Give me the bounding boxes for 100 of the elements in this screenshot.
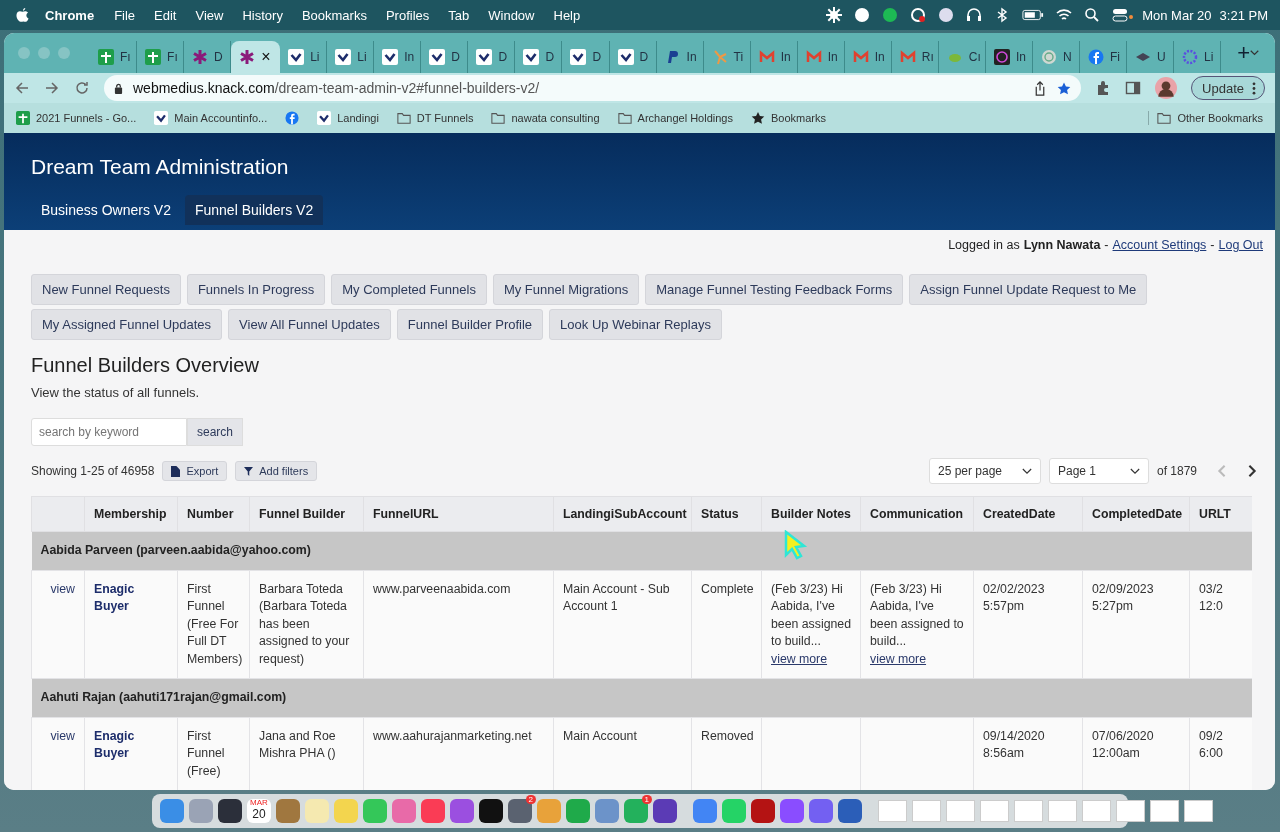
menu-button[interactable]: View All Funnel Updates	[228, 309, 391, 340]
menu-item[interactable]: Tab	[448, 7, 470, 23]
view-more-link[interactable]: view more	[771, 651, 828, 666]
app-icon[interactable]	[479, 799, 503, 823]
nav-tab[interactable]: Funnel Builders V2	[184, 195, 324, 225]
update-button[interactable]: Update	[1191, 76, 1265, 100]
view-more-link[interactable]: view more	[870, 651, 927, 666]
apple-icon[interactable]	[16, 7, 29, 23]
per-page-select[interactable]: 25 per page	[928, 458, 1041, 484]
menu-button[interactable]: My Assigned Funnel Updates	[31, 309, 223, 340]
music-icon[interactable]	[882, 7, 899, 23]
browser-tab[interactable]: ×	[231, 41, 281, 73]
app-menu[interactable]: Chrome	[45, 7, 95, 23]
headphones-icon[interactable]	[966, 7, 983, 23]
battery-icon[interactable]	[1022, 7, 1045, 23]
column-header[interactable]: Funnel Builder	[249, 496, 364, 532]
page-select[interactable]: Page 1	[1048, 458, 1149, 484]
menu-button[interactable]: Assign Funnel Update Request to Me	[909, 274, 1148, 305]
column-header[interactable]: Status	[691, 496, 762, 532]
menu-button[interactable]: Manage Funnel Testing Feedback Forms	[645, 274, 904, 305]
side-panel-icon[interactable]	[1125, 80, 1142, 96]
bookmark[interactable]	[285, 111, 300, 125]
bookmark[interactable]: Archangel Holdings	[617, 111, 733, 125]
avatar-icon[interactable]	[1155, 77, 1178, 99]
search-icon[interactable]	[1084, 7, 1101, 23]
search-field[interactable]: search by keyword	[31, 418, 187, 446]
menu-button[interactable]: My Funnel Migrations	[492, 274, 640, 305]
menu-item[interactable]: Window	[488, 7, 535, 23]
menu-item[interactable]: Edit	[154, 7, 177, 23]
column-header[interactable]: Builder Notes	[761, 496, 861, 532]
menu-item[interactable]: Bookmarks	[301, 7, 367, 23]
menu-time[interactable]: 3:21 PM	[1219, 7, 1268, 23]
filter-button[interactable]: Add filters	[235, 461, 318, 481]
column-header[interactable]: CompletedDate	[1082, 496, 1190, 532]
window-thumbnail[interactable]	[878, 800, 907, 822]
note-text: (Feb 3/23) Hi Aabida, I've been assigned to build... view more	[771, 581, 851, 666]
window-thumbnail[interactable]	[1184, 800, 1213, 822]
star-icon[interactable]	[1057, 80, 1072, 96]
forward-icon[interactable]	[44, 80, 60, 96]
column-header[interactable]: Membership	[84, 496, 178, 532]
menu-item[interactable]: File	[114, 7, 136, 23]
circle-b-icon[interactable]	[938, 7, 955, 23]
next-icon[interactable]	[1247, 464, 1257, 478]
bookmark[interactable]: Other Bookmarks	[1148, 111, 1263, 125]
export-button[interactable]: Export	[162, 461, 228, 481]
login-link[interactable]: Log Out	[1218, 238, 1263, 252]
back-icon[interactable]	[14, 80, 30, 96]
chat-icon[interactable]	[854, 7, 871, 23]
menu-button[interactable]: My Completed Funnels	[331, 274, 487, 305]
previous-icon[interactable]	[1217, 464, 1227, 478]
column-header[interactable]: URLT	[1189, 496, 1252, 532]
column-header[interactable]: Number	[177, 496, 250, 532]
bookmark[interactable]: Landingi	[317, 111, 379, 125]
new-tab-button[interactable]: +	[1237, 40, 1250, 66]
window-thumbnail[interactable]	[1048, 800, 1077, 822]
column-header[interactable]: Communication	[860, 496, 974, 532]
menu-item[interactable]: History	[242, 7, 283, 23]
view-link[interactable]: view	[50, 581, 75, 596]
reload-icon[interactable]	[74, 80, 90, 96]
cloud-icon[interactable]	[910, 7, 927, 23]
window-thumbnail[interactable]	[1116, 800, 1145, 822]
table-cell: Jana and Roe Mishra PHA ()	[249, 717, 364, 790]
nav-tab[interactable]: Business Owners V2	[31, 195, 181, 225]
menu-date[interactable]: Mon Mar 20	[1142, 7, 1212, 23]
menu-item[interactable]: View	[195, 7, 224, 23]
bookmark[interactable]: Bookmarks	[750, 111, 826, 125]
menu-item[interactable]: Profiles	[385, 7, 430, 23]
window-thumbnail[interactable]	[1082, 800, 1111, 822]
menu-button[interactable]: Look Up Webinar Replays	[549, 309, 722, 340]
chevron-down-icon	[1129, 467, 1140, 475]
chevron-down-icon[interactable]	[1250, 49, 1259, 57]
menu-button[interactable]: Funnels In Progress	[186, 274, 326, 305]
table-cell: Main Account	[553, 717, 692, 790]
window-thumbnail[interactable]	[912, 800, 941, 822]
login-link[interactable]: Account Settings	[1112, 238, 1207, 252]
menu-button[interactable]: New Funnel Requests	[31, 274, 181, 305]
calendar-icon[interactable]: MAR 20	[247, 799, 271, 823]
view-link[interactable]: view	[50, 728, 75, 743]
bookmark[interactable]: nawata consulting	[491, 111, 600, 125]
control-center-icon[interactable]	[1112, 7, 1135, 23]
column-header[interactable]: LandingiSubAccount	[553, 496, 692, 532]
window-thumbnail[interactable]	[946, 800, 975, 822]
search-button[interactable]: search	[187, 418, 244, 446]
menu-button[interactable]: Funnel Builder Profile	[396, 309, 544, 340]
bookmark[interactable]: 2021 Funnels - Go...	[16, 111, 137, 125]
column-header[interactable]: CreatedDate	[973, 496, 1083, 532]
bookmark[interactable]: Main Accountinfo...	[154, 111, 268, 125]
table-cell: Barbara Toteda (Barbara Toteda has been assigned to your request)	[249, 570, 364, 679]
menu-item[interactable]: Help	[553, 7, 581, 23]
address-bar[interactable]: webmedius.knack.com/dream-team-admin-v2#funnel-builders-v2/	[104, 75, 1082, 101]
gear-icon[interactable]	[826, 7, 843, 23]
window-thumbnail[interactable]	[1014, 800, 1043, 822]
bookmark[interactable]: DT Funnels	[396, 111, 474, 125]
column-header[interactable]: FunnelURL	[363, 496, 554, 532]
wifi-icon[interactable]	[1056, 7, 1073, 23]
window-thumbnail[interactable]	[1150, 800, 1179, 822]
window-thumbnail[interactable]	[980, 800, 1009, 822]
group-header: Aabida Parveen (parveen.aabida@yahoo.com)	[31, 531, 1252, 570]
knack-icon	[523, 49, 540, 65]
app-icon[interactable]	[218, 799, 242, 823]
